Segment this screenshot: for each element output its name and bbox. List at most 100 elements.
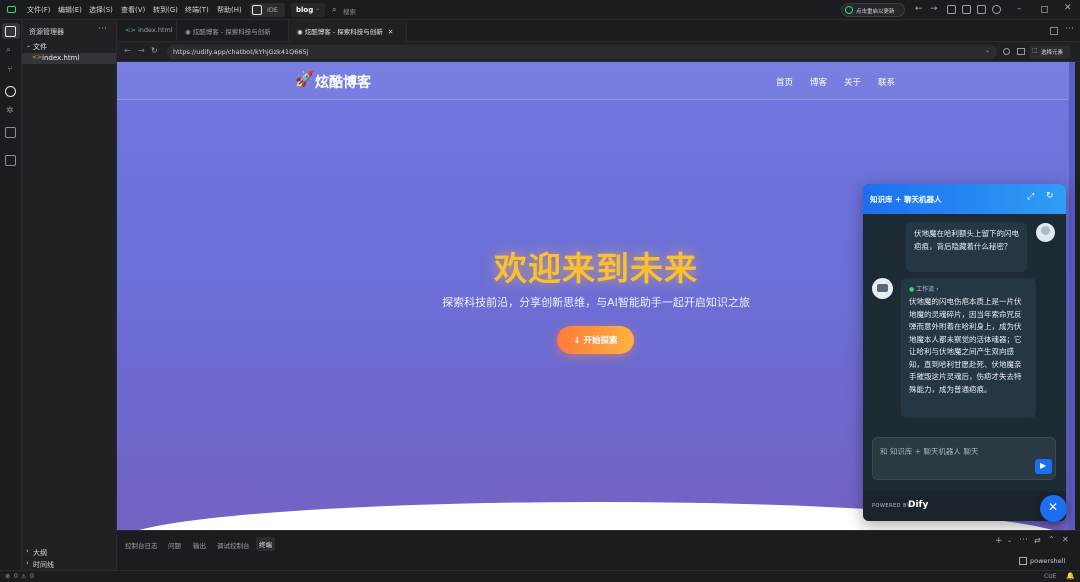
check-circle-icon: ● xyxy=(909,286,915,293)
terminal-name: powershell xyxy=(1030,557,1066,565)
chat-header: 知识库 + 聊天机器人 ⤢ ↻ xyxy=(863,184,1066,214)
explorer-sidebar: 资源管理器 ⋯ ⌄ 文件 <> index.html › 大纲 › 时间线 xyxy=(22,20,117,570)
robot-icon xyxy=(877,284,888,292)
tab-terminal[interactable]: 终端 xyxy=(256,537,275,551)
nav-about[interactable]: 关于 xyxy=(844,76,861,88)
timeline-section[interactable]: › 时间线 xyxy=(22,559,116,570)
screenshot-icon[interactable] xyxy=(1003,48,1010,55)
more-actions-icon[interactable]: ⋯ xyxy=(98,24,107,34)
layout-split-icon[interactable] xyxy=(977,5,986,14)
reload-icon[interactable]: ↻ xyxy=(151,46,158,55)
title-bar: 文件(F) 编辑(E) 选择(S) 查看(V) 转到(G) 终端(T) 帮助(H… xyxy=(0,0,1080,20)
bell-icon[interactable]: 🔔 xyxy=(1066,572,1075,580)
refresh-icon[interactable]: ↻ xyxy=(1046,191,1054,201)
chat-title: 知识库 + 聊天机器人 xyxy=(870,195,942,204)
maximize-panel-icon[interactable]: ⌃ xyxy=(1048,535,1055,544)
preview-eye-icon[interactable] xyxy=(5,86,16,97)
split-terminal-icon[interactable]: ⇄ xyxy=(1034,536,1041,545)
workflow-label: 工作流 xyxy=(916,286,935,293)
nav-back-icon[interactable]: ← xyxy=(915,4,923,14)
chat-footer: POWERED BY Dify xyxy=(863,491,1066,521)
devtools-icon[interactable] xyxy=(1017,48,1025,55)
nav-contact[interactable]: 联系 xyxy=(878,76,895,88)
more-actions-icon[interactable]: ⋯ xyxy=(1019,535,1028,545)
update-button[interactable]: 点击重启以更新 xyxy=(841,3,905,17)
maximize-icon[interactable] xyxy=(1041,6,1048,13)
browser-back-icon[interactable]: ← xyxy=(124,46,131,55)
encoding-label[interactable]: CUE xyxy=(1044,573,1056,580)
tab-problems[interactable]: 问题 xyxy=(168,540,181,550)
user-icon xyxy=(1041,226,1050,235)
powered-by-label: POWERED BY xyxy=(872,503,911,509)
terminal-icon xyxy=(1019,557,1027,565)
layout-panel-icon[interactable] xyxy=(962,5,971,14)
expand-icon[interactable]: ⤢ xyxy=(1027,192,1034,202)
menu-view[interactable]: 查看(V) xyxy=(121,5,145,15)
tab-console-log[interactable]: 控制台日志 xyxy=(125,540,158,550)
command-search[interactable]: ⌕ 搜索 xyxy=(329,3,509,17)
start-explore-button[interactable]: ↓ 开始探索 xyxy=(557,326,634,354)
nav-forward-icon[interactable]: → xyxy=(930,4,938,14)
outline-label: 大纲 xyxy=(33,549,47,557)
select-element-button[interactable]: ⬚ 选择元素 xyxy=(1030,46,1070,58)
error-count: 0 xyxy=(14,573,18,580)
eye-icon: ◉ xyxy=(297,28,303,36)
site-brand[interactable]: 炫酷博客 xyxy=(315,72,371,92)
chat-close-fab[interactable]: ✕ xyxy=(1040,495,1067,522)
bot-avatar xyxy=(872,278,893,299)
send-button[interactable]: ▶ xyxy=(1035,459,1052,474)
tab-preview-1[interactable]: ◉ 炫酷博客 - 探索科技与创新 xyxy=(177,20,289,42)
menu-terminal[interactable]: 终端(T) xyxy=(185,5,209,15)
remote-icon[interactable] xyxy=(5,127,16,138)
folder-row[interactable]: ⌄ 文件 xyxy=(22,41,116,52)
extensions-icon[interactable] xyxy=(5,155,16,166)
page-scrollbar[interactable] xyxy=(1069,62,1075,530)
chat-input-box[interactable]: 和 知识库 + 聊天机器人 聊天 ▶ xyxy=(872,437,1056,480)
debug-icon[interactable]: ✲ xyxy=(6,106,14,116)
bot-message-text: 伏地魔的闪电伤疤本质上是一片伏地魔的灵魂碎片，因当年索命咒反弹而意外附着在哈利身… xyxy=(909,297,1022,394)
explorer-icon[interactable] xyxy=(5,26,16,37)
nav-home[interactable]: 首页 xyxy=(776,76,793,88)
chevron-down-icon[interactable]: ⌄ xyxy=(1007,537,1012,544)
outline-section[interactable]: › 大纲 xyxy=(22,547,116,558)
layout-sidebar-icon[interactable] xyxy=(947,5,956,14)
menu-file[interactable]: 文件(F) xyxy=(27,5,51,15)
close-window-icon[interactable]: ✕ xyxy=(1064,3,1072,13)
dify-logo: Dify xyxy=(908,500,929,510)
file-row-index-html[interactable]: <> index.html xyxy=(22,53,116,64)
bot-message-bubble: ● 工作流 › 伏地魔的闪电伤疤本质上是一片伏地魔的灵魂碎片，因当年索命咒反弹而… xyxy=(901,278,1036,418)
tab-debug-console[interactable]: 调试控制台 xyxy=(217,540,250,550)
warning-icon[interactable]: ⚠ xyxy=(21,573,26,580)
activity-bar: ⌕ ⑂ ✲ xyxy=(0,20,22,570)
close-panel-icon[interactable]: ✕ xyxy=(1062,535,1069,544)
user-message-bubble: 伏地魔在哈利额头上留下的闪电疤痕，背后隐藏着什么秘密？ xyxy=(906,222,1027,272)
add-terminal-icon[interactable]: + xyxy=(995,536,1003,546)
browser-forward-icon[interactable]: → xyxy=(138,46,145,55)
menu-selection[interactable]: 选择(S) xyxy=(89,5,113,15)
browser-toolbar: ← → ↻ https://udify.app/chatbot/kYhjGzk4… xyxy=(117,42,1080,62)
close-tab-icon[interactable]: ✕ xyxy=(388,28,393,36)
split-editor-icon[interactable] xyxy=(1050,27,1058,35)
ide-toggle[interactable]: IDE xyxy=(250,3,285,17)
project-selector[interactable]: blog ⌄ xyxy=(291,3,325,17)
folder-name: 文件 xyxy=(33,43,47,51)
cursor-icon: ⬚ xyxy=(1032,47,1038,54)
terminal-list-item[interactable]: powershell xyxy=(1017,555,1077,567)
menu-go[interactable]: 转到(G) xyxy=(153,5,178,15)
more-actions-icon[interactable]: ⋯ xyxy=(1065,24,1074,34)
account-icon[interactable] xyxy=(992,5,1001,14)
workflow-status[interactable]: ● 工作流 › xyxy=(909,284,1028,296)
search-icon[interactable]: ⌕ xyxy=(6,45,11,55)
source-control-icon[interactable]: ⑂ xyxy=(7,65,12,75)
chatbot-widget: 知识库 + 聊天机器人 ⤢ ↻ 伏地魔在哈利额头上留下的闪电疤痕，背后隐藏着什么… xyxy=(863,184,1066,521)
rocket-icon: 🚀 xyxy=(295,70,314,88)
menu-help[interactable]: 帮助(H) xyxy=(217,5,242,15)
nav-blog[interactable]: 博客 xyxy=(810,76,827,88)
url-input[interactable]: https://udify.app/chatbot/kYhjGzk41Q665j… xyxy=(167,45,997,59)
error-icon[interactable]: ⊗ xyxy=(5,573,10,580)
minimize-icon[interactable]: – xyxy=(1017,4,1022,14)
tab-index-html[interactable]: <> index.html xyxy=(117,20,177,42)
menu-edit[interactable]: 编辑(E) xyxy=(58,5,82,15)
tab-output[interactable]: 输出 xyxy=(193,540,206,550)
tab-preview-2[interactable]: ◉ 炫酷博客 - 探索科技与创新 ✕ xyxy=(289,20,407,42)
